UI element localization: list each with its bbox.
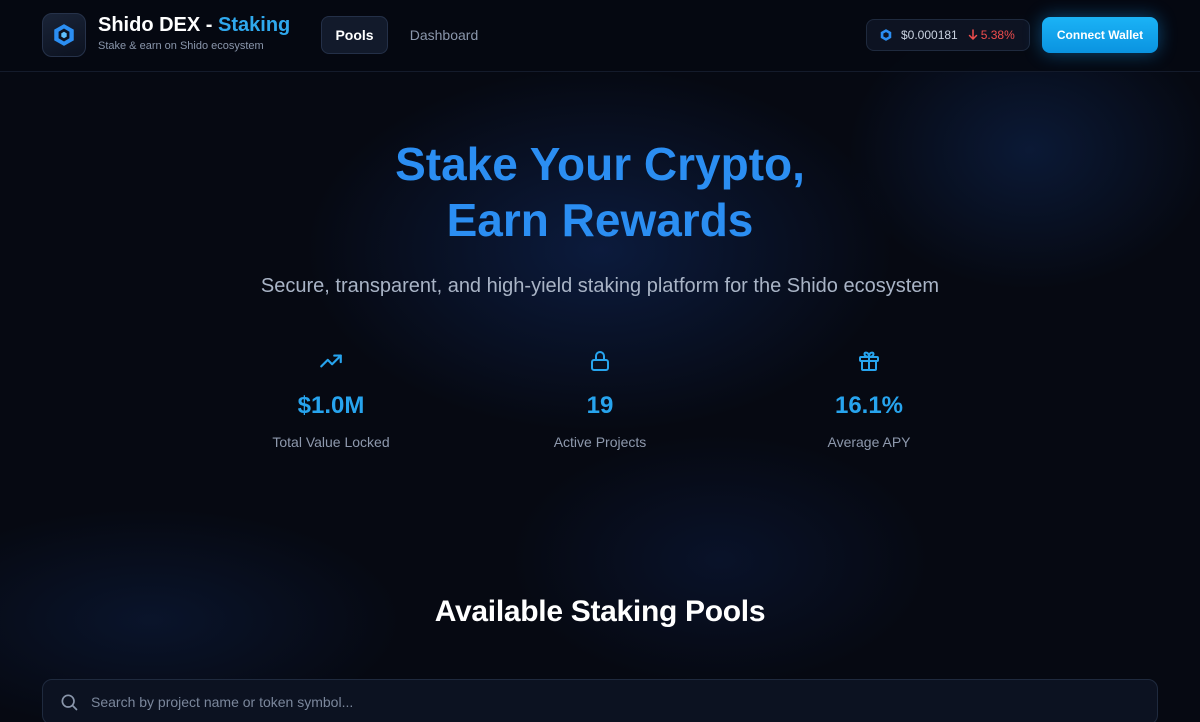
shido-token-icon [880, 29, 892, 41]
brand-title: Shido DEX - Staking [98, 14, 290, 37]
hero-title: Stake Your Crypto, Earn Rewards [0, 136, 1200, 248]
pool-search-bar[interactable] [42, 679, 1158, 722]
shido-logo[interactable] [42, 13, 86, 57]
brand-name: Shido DEX [98, 14, 201, 36]
connect-wallet-button[interactable]: Connect Wallet [1042, 17, 1158, 53]
gift-icon [749, 346, 989, 376]
stat-label: Average APY [827, 434, 911, 450]
brand-separator: - [200, 14, 219, 36]
cube-logo-icon [54, 24, 74, 46]
token-price-value: $0.000181 [901, 28, 958, 42]
stat-value: 19 [586, 392, 614, 419]
stat-value: $1.0M [297, 392, 365, 419]
nav-tab-pools[interactable]: Pools [321, 16, 388, 54]
pools-section-title: Available Staking Pools [434, 595, 766, 628]
stat-label: Total Value Locked [272, 434, 390, 450]
hero-title-line-1: Stake Your Crypto, [395, 138, 805, 190]
stat-total-value-locked: $1.0M Total Value Locked [211, 346, 451, 450]
stat-average-apy: 16.1% Average APY [749, 346, 989, 450]
token-price-change-value: 5.38% [980, 28, 1015, 42]
lock-icon [480, 346, 720, 376]
stat-value: 16.1% [834, 392, 904, 419]
stat-active-projects: 19 Active Projects [480, 346, 720, 450]
nav-tab-dashboard[interactable]: Dashboard [396, 16, 492, 54]
stat-label: Active Projects [553, 434, 647, 450]
brand-subtitle: Stake & earn on Shido ecosystem [98, 40, 264, 52]
pool-search-input[interactable] [91, 694, 1091, 710]
hero-title-line-2: Earn Rewards [446, 194, 754, 246]
hero-subtitle: Secure, transparent, and high-yield stak… [260, 275, 940, 297]
trending-up-icon [211, 346, 451, 376]
top-header: Shido DEX - Staking Stake & earn on Shid… [0, 0, 1200, 72]
search-icon [61, 694, 78, 711]
brand-accent: Staking [218, 14, 291, 36]
token-price-ticker[interactable]: $0.000181 5.38% [866, 19, 1030, 51]
arrow-down-icon [968, 29, 977, 40]
token-price-change: 5.38% [968, 28, 1015, 42]
